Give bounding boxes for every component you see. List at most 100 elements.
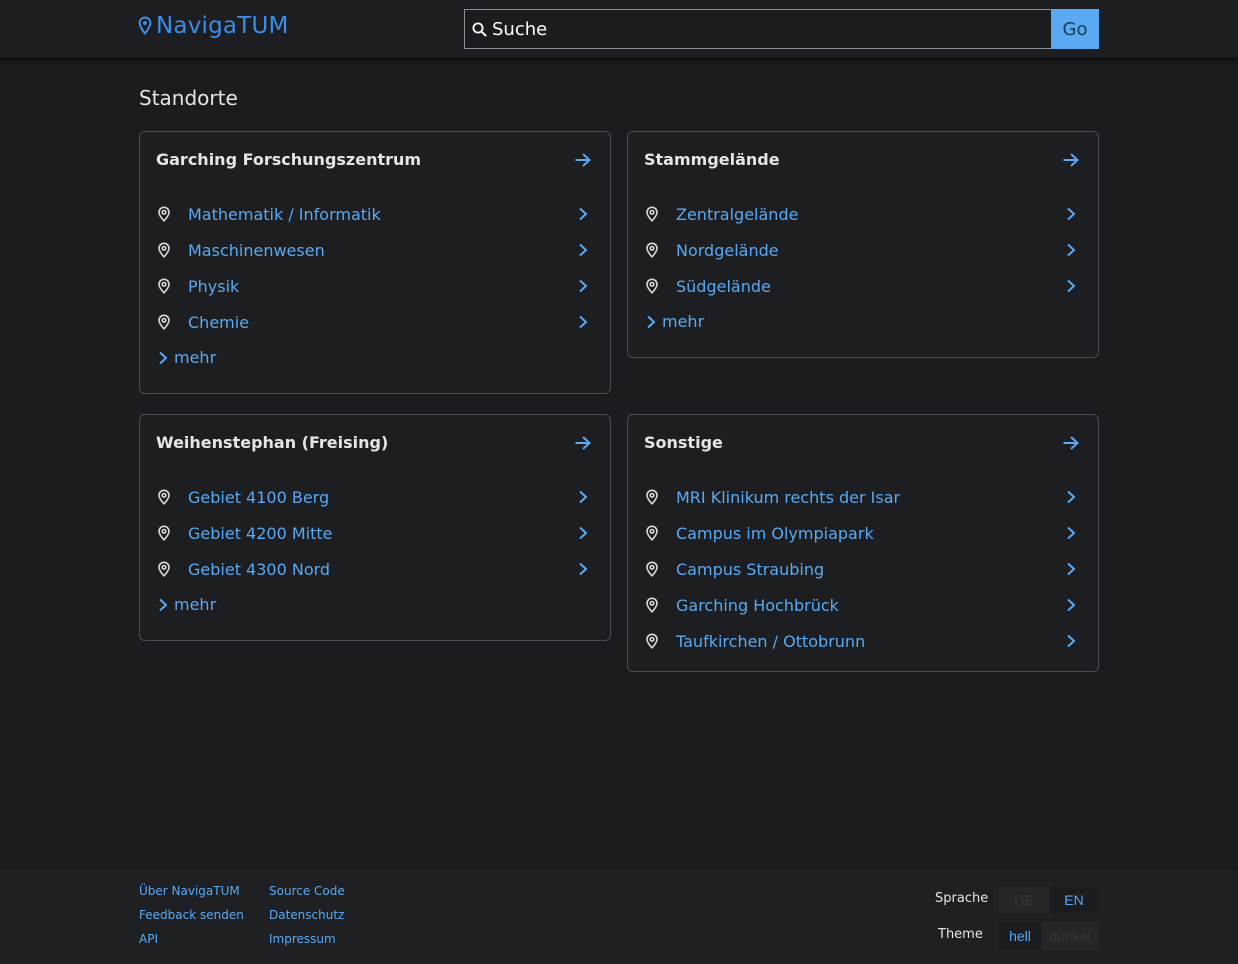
chevron-right-icon[interactable]	[1066, 490, 1076, 504]
chevron-right-icon[interactable]	[578, 315, 588, 329]
chevron-right-icon[interactable]	[1066, 207, 1076, 221]
location-link[interactable]: Physik	[188, 277, 578, 296]
chevron-right-icon[interactable]	[578, 562, 588, 576]
location-link[interactable]: Campus im Olympiapark	[676, 524, 1066, 543]
list-item[interactable]: Campus im Olympiapark	[644, 515, 1076, 551]
card-title[interactable]: Weihenstephan (Freising)	[156, 433, 388, 452]
chevron-right-icon[interactable]	[578, 490, 588, 504]
map-pin-icon	[646, 489, 658, 505]
theme-light-button[interactable]: hell	[999, 922, 1041, 950]
location-link[interactable]: Nordgelände	[676, 241, 1066, 260]
map-pin-icon	[158, 242, 170, 258]
logo-text: NavigaTUM	[156, 13, 289, 39]
chevron-right-icon[interactable]	[1066, 562, 1076, 576]
chevron-right-icon[interactable]	[1066, 243, 1076, 257]
location-link[interactable]: Zentralgelände	[676, 205, 1066, 224]
chevron-right-icon	[647, 315, 656, 328]
map-pin-icon	[646, 206, 658, 222]
chevron-right-icon[interactable]	[578, 279, 588, 293]
location-card-sonstige: Sonstige MRI Klinikum rechts der Isar Camp…	[627, 414, 1099, 672]
more-link[interactable]: mehr	[646, 312, 704, 331]
list-item[interactable]: Mathematik / Informatik	[156, 196, 588, 232]
location-link[interactable]: MRI Klinikum rechts der Isar	[676, 488, 1066, 507]
list-item[interactable]: MRI Klinikum rechts der Isar	[644, 479, 1076, 515]
theme-label: Theme	[938, 927, 983, 942]
footer-link-imprint[interactable]: Impressum	[269, 932, 336, 946]
language-label: Sprache	[935, 891, 989, 906]
list-item[interactable]: Südgelände	[644, 268, 1076, 304]
location-link[interactable]: Gebiet 4300 Nord	[188, 560, 578, 579]
list-item[interactable]: Zentralgelände	[644, 196, 1076, 232]
card-list: Mathematik / Informatik Maschinenwesen Phy…	[156, 196, 588, 340]
more-label: mehr	[662, 312, 705, 331]
language-de-button[interactable]: DE	[999, 886, 1049, 914]
go-button[interactable]: Go	[1051, 9, 1099, 49]
map-pin-icon	[646, 633, 658, 649]
theme-dark-button[interactable]: dunkel	[1041, 922, 1099, 950]
more-label: mehr	[174, 595, 217, 614]
chevron-right-icon[interactable]	[1066, 526, 1076, 540]
location-link[interactable]: Campus Straubing	[676, 560, 1066, 579]
footer-link-privacy[interactable]: Datenschutz	[269, 908, 344, 922]
list-item[interactable]: Campus Straubing	[644, 551, 1076, 587]
map-pin-icon	[158, 489, 170, 505]
location-link[interactable]: Garching Hochbrück	[676, 596, 1066, 615]
search-form: Go	[464, 9, 1099, 49]
logo-link[interactable]: NavigaTUM	[138, 13, 289, 39]
list-item[interactable]: Chemie	[156, 304, 588, 340]
card-header: Weihenstephan (Freising)	[156, 433, 592, 452]
footer-link-source-code[interactable]: Source Code	[269, 884, 345, 898]
location-card-weihenstephan: Weihenstephan (Freising) Gebiet 4100 Berg…	[139, 414, 611, 641]
card-header: Sonstige	[644, 433, 1080, 452]
location-link[interactable]: Maschinenwesen	[188, 241, 578, 260]
footer-link-feedback[interactable]: Feedback senden	[139, 908, 244, 922]
location-card-garching: Garching Forschungszentrum Mathematik / I…	[139, 131, 611, 394]
list-item[interactable]: Gebiet 4200 Mitte	[156, 515, 588, 551]
chevron-right-icon[interactable]	[578, 243, 588, 257]
list-item[interactable]: Taufkirchen / Ottobrunn	[644, 623, 1076, 659]
more-link[interactable]: mehr	[158, 348, 216, 367]
location-link[interactable]: Taufkirchen / Ottobrunn	[676, 632, 1066, 651]
page-title: Standorte	[139, 86, 238, 110]
arrow-right-icon[interactable]	[1062, 435, 1080, 451]
map-pin-icon	[158, 278, 170, 294]
arrow-right-icon[interactable]	[574, 435, 592, 451]
map-pin-icon	[158, 561, 170, 577]
map-pin-icon	[158, 525, 170, 541]
map-pin-icon	[138, 16, 152, 36]
list-item[interactable]: Gebiet 4300 Nord	[156, 551, 588, 587]
footer-link-api[interactable]: API	[139, 932, 158, 946]
location-link[interactable]: Gebiet 4100 Berg	[188, 488, 578, 507]
card-title[interactable]: Stammgelände	[644, 150, 780, 169]
map-pin-icon	[158, 206, 170, 222]
search-input[interactable]	[487, 18, 1051, 40]
location-link[interactable]: Mathematik / Informatik	[188, 205, 578, 224]
list-item[interactable]: Maschinenwesen	[156, 232, 588, 268]
arrow-right-icon[interactable]	[1062, 152, 1080, 168]
arrow-right-icon[interactable]	[574, 152, 592, 168]
chevron-right-icon[interactable]	[1066, 279, 1076, 293]
search-field[interactable]	[464, 9, 1051, 49]
location-link[interactable]: Südgelände	[676, 277, 1066, 296]
card-title[interactable]: Sonstige	[644, 433, 723, 452]
card-list: Zentralgelände Nordgelände Südgelände	[644, 196, 1076, 304]
chevron-right-icon	[159, 351, 168, 364]
chevron-right-icon[interactable]	[578, 526, 588, 540]
language-en-button[interactable]: EN	[1049, 886, 1099, 914]
chevron-right-icon[interactable]	[1066, 634, 1076, 648]
chevron-right-icon[interactable]	[578, 207, 588, 221]
footer: Über NavigaTUM Feedback senden API Sourc…	[0, 870, 1238, 964]
chevron-right-icon[interactable]	[1066, 598, 1076, 612]
map-pin-icon	[646, 561, 658, 577]
footer-link-about[interactable]: Über NavigaTUM	[139, 884, 240, 898]
list-item[interactable]: Gebiet 4100 Berg	[156, 479, 588, 515]
card-header: Garching Forschungszentrum	[156, 150, 592, 169]
list-item[interactable]: Physik	[156, 268, 588, 304]
more-link[interactable]: mehr	[158, 595, 216, 614]
location-link[interactable]: Chemie	[188, 313, 578, 332]
location-card-stammgelaende: Stammgelände Zentralgelände Nordgelände Süd…	[627, 131, 1099, 358]
card-title[interactable]: Garching Forschungszentrum	[156, 150, 421, 169]
list-item[interactable]: Nordgelände	[644, 232, 1076, 268]
location-link[interactable]: Gebiet 4200 Mitte	[188, 524, 578, 543]
list-item[interactable]: Garching Hochbrück	[644, 587, 1076, 623]
